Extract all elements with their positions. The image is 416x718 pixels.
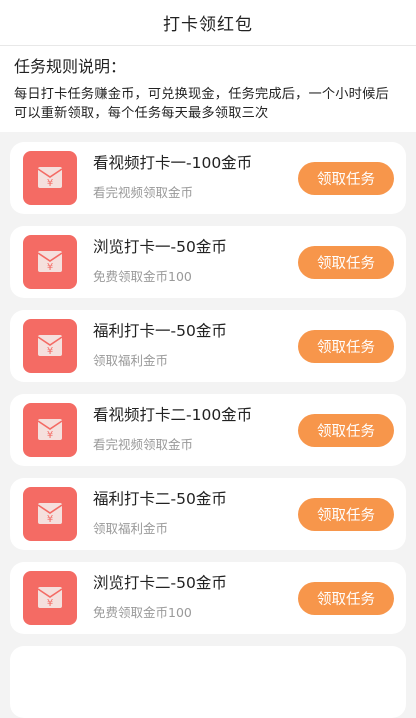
red-envelope-icon: ¥: [23, 151, 77, 205]
task-card-partial: [10, 646, 406, 718]
claim-task-button[interactable]: 领取任务: [298, 582, 394, 615]
task-subtitle: 看完视频领取金币: [93, 185, 194, 200]
red-envelope-icon: ¥: [23, 403, 77, 457]
task-subtitle: 领取福利金币: [93, 521, 169, 536]
task-title: 福利打卡一-50金币: [93, 322, 227, 340]
task-card: ¥ 看视频打卡二-100金币 看完视频领取金币 领取任务: [10, 394, 406, 466]
task-title: 福利打卡二-50金币: [93, 490, 227, 508]
rules-section: 任务规则说明： 每日打卡任务赚金币，可兑换现金，任务完成后，一个小时候后可以重新…: [0, 46, 416, 132]
task-subtitle: 免费领取金币100: [93, 605, 192, 620]
task-card: ¥ 浏览打卡一-50金币 免费领取金币100 领取任务: [10, 226, 406, 298]
claim-task-button[interactable]: 领取任务: [298, 414, 394, 447]
red-envelope-icon: ¥: [23, 235, 77, 289]
svg-text:¥: ¥: [47, 262, 53, 273]
task-card: ¥ 福利打卡一-50金币 领取福利金币 领取任务: [10, 310, 406, 382]
claim-task-button[interactable]: 领取任务: [298, 162, 394, 195]
task-title: 看视频打卡二-100金币: [93, 406, 253, 424]
task-title: 看视频打卡一-100金币: [93, 154, 253, 172]
top-bar: 打卡领红包: [0, 0, 416, 46]
claim-task-button[interactable]: 领取任务: [298, 330, 394, 363]
claim-task-button[interactable]: 领取任务: [298, 246, 394, 279]
red-envelope-icon: ¥: [23, 319, 77, 373]
page-title: 打卡领红包: [163, 15, 253, 35]
svg-text:¥: ¥: [47, 178, 53, 189]
task-title: 浏览打卡二-50金币: [93, 574, 227, 592]
task-card: ¥ 福利打卡二-50金币 领取福利金币 领取任务: [10, 478, 406, 550]
task-subtitle: 看完视频领取金币: [93, 437, 194, 452]
red-envelope-icon: ¥: [23, 571, 77, 625]
svg-text:¥: ¥: [47, 346, 53, 357]
rules-title: 任务规则说明：: [14, 57, 127, 76]
task-list: ¥ 看视频打卡一-100金币 看完视频领取金币 领取任务 ¥ 浏览打卡一-50金…: [0, 132, 416, 718]
svg-text:¥: ¥: [47, 430, 53, 441]
svg-text:¥: ¥: [47, 598, 53, 609]
task-card: ¥ 浏览打卡二-50金币 免费领取金币100 领取任务: [10, 562, 406, 634]
task-subtitle: 免费领取金币100: [93, 269, 192, 284]
svg-text:¥: ¥: [47, 514, 53, 525]
red-envelope-icon: ¥: [23, 487, 77, 541]
task-subtitle: 领取福利金币: [93, 353, 169, 368]
task-card: ¥ 看视频打卡一-100金币 看完视频领取金币 领取任务: [10, 142, 406, 214]
task-title: 浏览打卡一-50金币: [93, 238, 227, 256]
claim-task-button[interactable]: 领取任务: [298, 498, 394, 531]
rules-description: 每日打卡任务赚金币，可兑换现金，任务完成后，一个小时候后可以重新领取，每个任务每…: [14, 87, 389, 121]
